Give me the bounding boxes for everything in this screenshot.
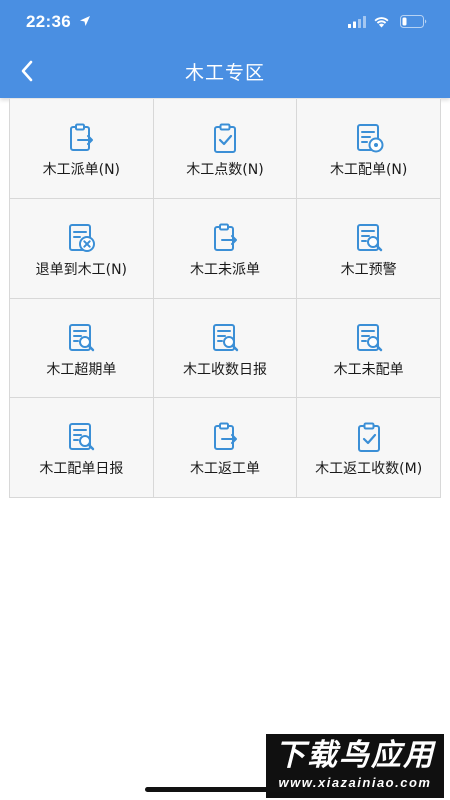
menu-item-label: 木工收数日报 [182, 361, 267, 378]
watermark-title: 下载鸟应用 [275, 738, 435, 773]
menu-item-label: 木工配单(N) [329, 162, 408, 178]
menu-item-label: 木工点数(N) [186, 162, 264, 178]
signal-icon [348, 16, 366, 28]
clipboard-arrow-icon [213, 422, 237, 451]
document-gear-icon [356, 124, 384, 153]
clipboard-check-icon [357, 422, 380, 453]
page-title: 木工专区 [184, 62, 265, 84]
status-time: 22:36 [26, 12, 71, 31]
menu-item[interactable]: 木工收数日报 [153, 298, 298, 399]
menu-item-label: 退单到木工(N) [35, 261, 128, 278]
menu-item[interactable]: 木工配单(N) [297, 99, 441, 199]
menu-item-label: 木工配单日报 [39, 461, 124, 478]
menu-item[interactable]: 木工返工单 [153, 398, 298, 498]
document-search-icon [69, 423, 95, 451]
home-indicator[interactable] [145, 787, 305, 792]
menu-item[interactable]: 木工派单(N) [10, 99, 154, 199]
menu-item[interactable]: 木工超期单 [10, 298, 154, 399]
clipboard-check-icon [213, 123, 236, 153]
menu-item-label: 木工未配单 [333, 361, 404, 378]
location-arrow-icon [80, 16, 90, 26]
menu-item[interactable]: 木工未配单 [297, 298, 441, 399]
menu-item[interactable]: 木工预警 [297, 198, 441, 299]
wifi-icon [374, 17, 389, 28]
battery-icon [400, 15, 427, 28]
menu-item[interactable]: 木工未派单 [153, 198, 298, 299]
document-search-icon [356, 223, 382, 251]
clipboard-arrow-icon [213, 223, 237, 251]
clipboard-arrow-icon [70, 123, 94, 151]
menu-item-label: 木工返工收数(M) [315, 461, 423, 478]
status-bar: 22:36 [0, 0, 450, 44]
menu-item[interactable]: 退单到木工(N) [10, 198, 154, 299]
document-search-icon [212, 323, 239, 351]
menu-item-label: 木工预警 [340, 261, 397, 278]
menu-item-label: 木工返工单 [189, 461, 260, 478]
menu-item[interactable]: 木工配单日报 [10, 398, 154, 498]
menu-item-label: 木工未派单 [189, 261, 260, 278]
menu-item[interactable]: 木工点数(N) [153, 99, 298, 199]
document-search-icon [356, 323, 382, 351]
app-header: 22:36 木工专区 [0, 0, 450, 98]
document-search-icon [69, 323, 95, 351]
menu-grid: 木工派单(N) 木工点数(N) 木工配单(N) 退单到木工(N) 木工未派单 木工预警木工… [9, 98, 441, 498]
menu-item[interactable]: 木工返工收数(M) [297, 398, 441, 498]
document-cancel-icon [69, 223, 96, 252]
menu-item-label: 木工超期单 [46, 361, 117, 378]
menu-item-label: 木工派单(N) [42, 162, 121, 178]
